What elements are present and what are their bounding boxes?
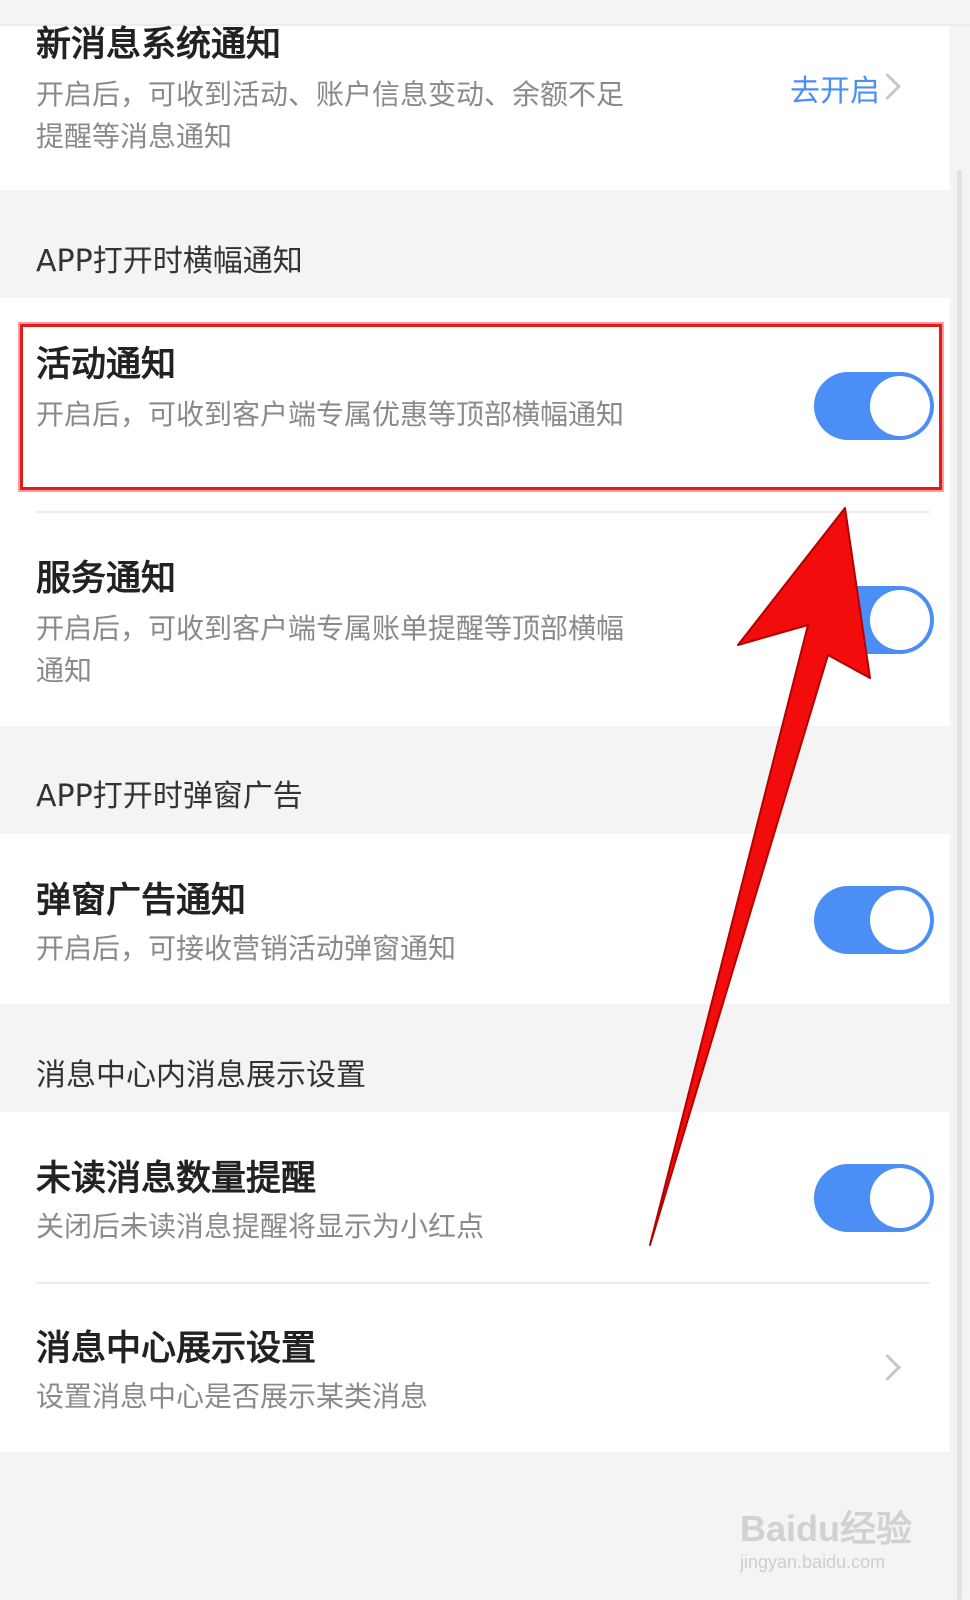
annotation-arrow [649,507,871,1246]
baidu-jingyan-watermark: Baidu经验 jingyan.baidu.com [740,1500,912,1573]
watermark-url: jingyan.baidu.com [740,1552,886,1572]
watermark-logo: Baidu经验 [740,1508,913,1549]
